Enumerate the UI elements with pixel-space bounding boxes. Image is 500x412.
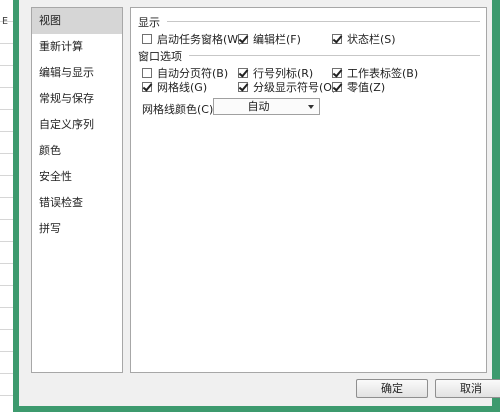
- zero-values-checkbox[interactable]: [332, 82, 342, 92]
- category-item-custom-lists[interactable]: 自定义序列: [32, 112, 122, 138]
- chevron-down-icon: [308, 105, 314, 109]
- task-pane-checkbox[interactable]: [142, 34, 152, 44]
- outline-symbols-label: 分级显示符号(O): [253, 81, 337, 94]
- category-item-security[interactable]: 安全性: [32, 164, 122, 190]
- gridline-color-value: 自动: [247, 100, 270, 113]
- category-item-general-save[interactable]: 常规与保存: [32, 86, 122, 112]
- row-col-headers-checkbox[interactable]: [238, 68, 248, 78]
- display-group-title: 显示: [138, 16, 160, 29]
- page-breaks-checkbox[interactable]: [142, 68, 152, 78]
- category-item-error-check[interactable]: 错误检查: [32, 190, 122, 216]
- category-item-edit-display[interactable]: 编辑与显示: [32, 60, 122, 86]
- task-pane-label: 启动任务窗格(W): [157, 33, 243, 46]
- category-item-spelling[interactable]: 拼写: [32, 216, 122, 242]
- formula-bar-checkbox[interactable]: [238, 34, 248, 44]
- zero-values-label: 零值(Z): [347, 81, 386, 94]
- category-item-view[interactable]: 视图: [32, 8, 122, 34]
- ok-button[interactable]: 确定: [356, 379, 428, 398]
- column-header: E: [2, 16, 9, 27]
- status-bar-label: 状态栏(S): [347, 33, 396, 46]
- option-task-pane[interactable]: 启动任务窗格(W): [142, 31, 242, 47]
- spreadsheet-edge: E: [0, 0, 14, 412]
- gridlines-checkbox[interactable]: [142, 82, 152, 92]
- view-settings-panel: 显示 启动任务窗格(W) 编辑栏(F) 状态栏(S) 窗口选项 自动分页符(B): [130, 7, 487, 373]
- sheet-tabs-checkbox[interactable]: [332, 68, 342, 78]
- window-group-divider: [189, 55, 480, 56]
- option-outline-symbols[interactable]: 分级显示符号(O): [238, 79, 336, 95]
- option-gridlines[interactable]: 网格线(G): [142, 79, 207, 95]
- option-zero-values[interactable]: 零值(Z): [332, 79, 385, 95]
- window-group-title: 窗口选项: [138, 50, 182, 63]
- options-dialog: 视图 重新计算 编辑与显示 常规与保存 自定义序列 颜色 安全性 错误检查 拼写…: [13, 0, 500, 412]
- cancel-button[interactable]: 取消: [435, 379, 500, 398]
- dialog-body: 视图 重新计算 编辑与显示 常规与保存 自定义序列 颜色 安全性 错误检查 拼写…: [19, 0, 500, 406]
- category-item-color[interactable]: 颜色: [32, 138, 122, 164]
- gridline-color-label: 网格线颜色(C):: [142, 103, 217, 116]
- category-item-recalculate[interactable]: 重新计算: [32, 34, 122, 60]
- outline-symbols-checkbox[interactable]: [238, 82, 248, 92]
- gridline-color-select[interactable]: 自动: [213, 98, 320, 115]
- category-list: 视图 重新计算 编辑与显示 常规与保存 自定义序列 颜色 安全性 错误检查 拼写: [31, 7, 123, 373]
- option-status-bar[interactable]: 状态栏(S): [332, 31, 396, 47]
- option-formula-bar[interactable]: 编辑栏(F): [238, 31, 301, 47]
- status-bar-checkbox[interactable]: [332, 34, 342, 44]
- display-group-divider: [167, 21, 480, 22]
- formula-bar-label: 编辑栏(F): [253, 33, 301, 46]
- gridlines-label: 网格线(G): [157, 81, 208, 94]
